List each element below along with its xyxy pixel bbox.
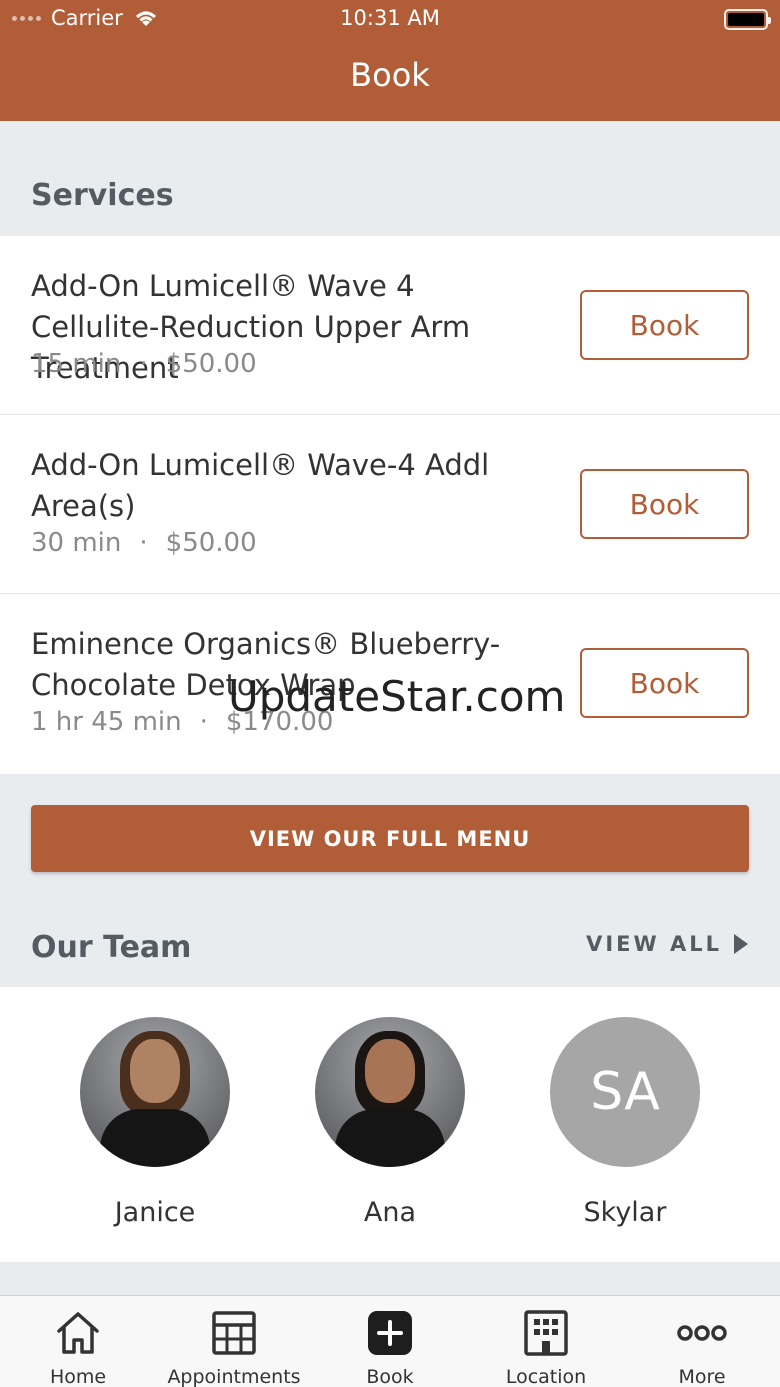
services-heading: Services — [31, 178, 174, 213]
watermark: UpdateStar.com — [228, 672, 566, 721]
tab-bar: Home Appointments Book Location More — [0, 1295, 780, 1387]
member-name: Ana — [363, 1197, 417, 1228]
member-name: Skylar — [583, 1197, 667, 1228]
team-member[interactable]: SA Skylar — [550, 1017, 700, 1228]
service-meta: 15 min · $50.00 — [31, 349, 257, 379]
view-all-label: VIEW ALL — [586, 932, 722, 956]
service-item[interactable]: Add-On Lumicell® Wave 4 Cellulite-Reduct… — [0, 236, 780, 415]
view-all-link[interactable]: VIEW ALL — [586, 932, 748, 956]
tab-label: More — [678, 1366, 726, 1387]
avatar: SA — [550, 1017, 700, 1167]
team-member[interactable]: Janice — [80, 1017, 230, 1228]
status-time: 10:31 AM — [340, 6, 440, 30]
top-bar: Carrier 10:31 AM Book — [0, 0, 780, 121]
tab-home[interactable]: Home — [0, 1308, 156, 1387]
more-dots-icon — [677, 1325, 727, 1341]
chevron-right-icon — [734, 934, 748, 954]
view-full-menu-button[interactable]: VIEW OUR FULL MENU — [31, 805, 749, 872]
member-name: Janice — [114, 1197, 196, 1228]
tab-label: Location — [505, 1366, 587, 1387]
home-icon — [57, 1312, 99, 1354]
building-icon — [524, 1310, 568, 1356]
tab-appointments[interactable]: Appointments — [156, 1308, 312, 1387]
service-item[interactable]: Add-On Lumicell® Wave-4 Addl Area(s) 30 … — [0, 415, 780, 594]
meta-separator: · — [139, 528, 148, 558]
battery-icon — [724, 9, 771, 30]
avatar — [80, 1017, 230, 1167]
book-button[interactable]: Book — [580, 290, 749, 360]
team-member[interactable]: Ana — [315, 1017, 465, 1228]
team-list: Janice Ana SA Skylar — [0, 987, 780, 1262]
team-heading: Our Team — [31, 930, 192, 965]
tab-book[interactable]: Book — [312, 1308, 468, 1387]
book-button[interactable]: Book — [580, 469, 749, 539]
service-duration: 15 min — [31, 349, 122, 379]
tab-label: Appointments — [167, 1366, 301, 1387]
book-button[interactable]: Book — [580, 648, 749, 718]
page-title: Book — [350, 56, 430, 94]
meta-separator: · — [199, 707, 208, 737]
service-meta: 30 min · $50.00 — [31, 528, 257, 558]
service-price: $50.00 — [165, 349, 257, 379]
service-duration: 1 hr 45 min — [31, 707, 182, 737]
service-price: $50.00 — [165, 528, 257, 558]
service-duration: 30 min — [31, 528, 122, 558]
meta-separator: · — [139, 349, 148, 379]
avatar — [315, 1017, 465, 1167]
tab-location[interactable]: Location — [468, 1308, 624, 1387]
calendar-grid-icon — [212, 1311, 256, 1355]
tab-label: Home — [49, 1366, 107, 1387]
plus-icon — [368, 1311, 412, 1355]
service-name: Add-On Lumicell® Wave-4 Addl Area(s) — [31, 448, 490, 523]
tab-more[interactable]: More — [624, 1308, 780, 1387]
status-bar: Carrier 10:31 AM — [0, 0, 780, 40]
tab-label: Book — [366, 1366, 414, 1387]
